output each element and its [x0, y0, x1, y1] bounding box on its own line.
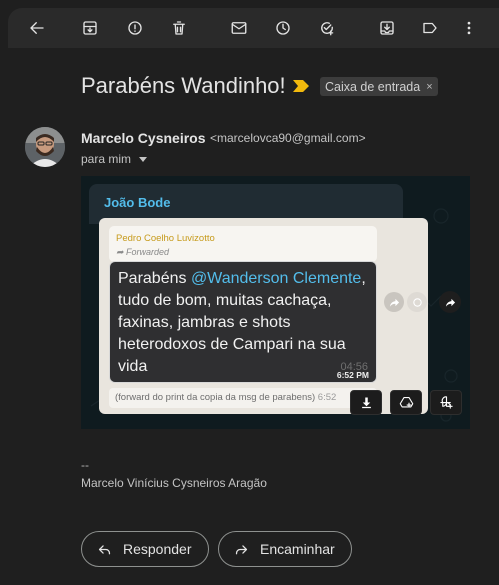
label-icon[interactable] — [419, 17, 441, 39]
add-to-tasks-icon[interactable] — [316, 17, 338, 39]
forward-label: Encaminhar — [260, 541, 335, 557]
back-arrow-icon[interactable] — [26, 17, 48, 39]
signature-separator: -- — [81, 458, 89, 472]
label-chip-inbox: Caixa de entrada × — [320, 77, 438, 96]
photos-add-icon — [439, 396, 453, 409]
reply-label: Responder — [123, 541, 192, 557]
message-prefix: Parabéns — [118, 270, 191, 287]
message-mention: @Wanderson Clemente — [190, 270, 362, 287]
forwarded-text: Forwarded — [126, 247, 170, 257]
emoji-icon — [407, 292, 427, 312]
archive-icon[interactable] — [79, 17, 101, 39]
forward-button[interactable]: Encaminhar — [218, 531, 352, 567]
forward-icon — [235, 544, 248, 554]
delete-icon[interactable] — [168, 17, 190, 39]
sender-email: <marcelovca90@gmail.com> — [210, 131, 366, 145]
message-time: 6:52 PM — [336, 370, 369, 380]
recipients-toggle[interactable]: para mim — [81, 152, 148, 166]
move-to-icon[interactable] — [376, 17, 398, 39]
label-chip-text: Caixa de entrada — [325, 79, 421, 94]
caret-down-icon — [139, 156, 148, 162]
report-spam-icon[interactable] — [124, 17, 146, 39]
save-to-drive-button[interactable] — [390, 390, 422, 415]
caption-time: 6:52 — [317, 392, 337, 403]
chat-title: João Bode — [104, 195, 171, 210]
signature-name: Marcelo Vinícius Cysneiros Aragão — [81, 476, 267, 490]
more-vert-icon[interactable] — [458, 17, 480, 39]
save-to-photos-button[interactable] — [430, 390, 462, 415]
forward-arrow-icon: ➦ — [116, 247, 127, 257]
importance-marker-icon[interactable] — [293, 80, 310, 92]
email-subject: Parabéns Wandinho! — [81, 73, 286, 98]
forward-dark-icon — [439, 291, 461, 313]
snooze-icon[interactable] — [272, 17, 294, 39]
recipients-text: para mim — [81, 152, 132, 166]
forwarded-label: ➦ Forwarded — [116, 247, 169, 258]
mark-unread-icon[interactable] — [228, 17, 250, 39]
download-icon — [361, 397, 371, 409]
caption-text: (forward do print da copia da msg de par… — [115, 392, 316, 403]
message-caption: (forward do print da copia da msg de par… — [109, 388, 377, 408]
reply-icon — [98, 544, 111, 554]
message-toolbar — [8, 8, 499, 48]
avatar[interactable] — [25, 127, 65, 167]
quote-author: Pedro Coelho Luvizotto — [116, 233, 215, 244]
reply-button[interactable]: Responder — [81, 531, 209, 567]
message-text: Parabéns @Wanderson Clemente, tudo de bo… — [118, 268, 373, 378]
quoted-header: Pedro Coelho Luvizotto ➦ Forwarded — [109, 226, 377, 262]
share-icon — [384, 292, 404, 312]
remove-label-icon[interactable]: × — [426, 81, 432, 93]
download-button[interactable] — [350, 390, 382, 415]
forwarded-message: Parabéns @Wanderson Clemente, tudo de bo… — [109, 261, 377, 383]
drive-add-icon — [399, 396, 413, 408]
message-bubble: Pedro Coelho Luvizotto ➦ Forwarded Parab… — [99, 218, 428, 414]
sender-name[interactable]: Marcelo Cysneiros — [81, 130, 206, 146]
